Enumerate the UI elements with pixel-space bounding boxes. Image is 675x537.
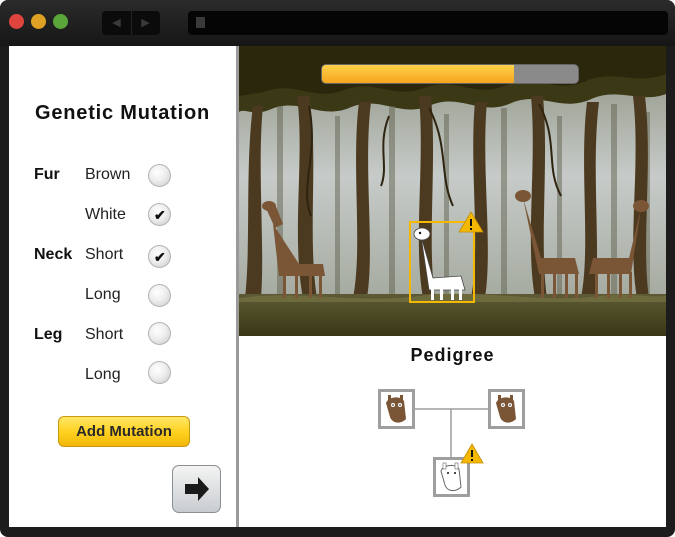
- title-bar: ◀ ▶: [0, 0, 675, 46]
- maximize-window-button[interactable]: [53, 14, 68, 29]
- pedigree-panel: Pedigree: [239, 336, 666, 527]
- checkmark-icon: ✔: [154, 249, 166, 265]
- page-icon: [196, 17, 205, 28]
- pedigree-parent-left[interactable]: [378, 389, 415, 429]
- radio-neck-long[interactable]: [148, 284, 171, 307]
- progress-bar: [321, 64, 579, 84]
- giraffe-head-icon: [381, 392, 412, 426]
- option-label-fur-white: White: [85, 206, 126, 223]
- history-nav: ◀ ▶: [102, 11, 160, 35]
- trait-label-neck: Neck: [34, 246, 73, 263]
- arrow-right-icon: [185, 477, 209, 501]
- radio-leg-short[interactable]: [148, 322, 171, 345]
- trait-label-leg: Leg: [34, 326, 63, 343]
- browser-window: ◀ ▶ Genetic Mutation Fur Brown White ✔ N…: [0, 0, 675, 537]
- warning-icon: [460, 443, 484, 464]
- close-window-button[interactable]: [9, 14, 24, 29]
- checkmark-icon: ✔: [154, 207, 166, 223]
- back-button[interactable]: ◀: [102, 11, 132, 35]
- option-label-neck-long: Long: [85, 286, 121, 303]
- option-label-neck-short: Short: [85, 246, 124, 263]
- mutation-panel: Genetic Mutation Fur Brown White ✔ Neck …: [9, 46, 236, 527]
- pedigree-lines: [415, 408, 488, 457]
- radio-neck-short[interactable]: ✔: [148, 245, 171, 268]
- forest-scene: [239, 46, 666, 336]
- progress-fill: [322, 65, 514, 83]
- option-label-fur-brown: Brown: [85, 166, 131, 183]
- radio-leg-long[interactable]: [148, 361, 171, 384]
- add-mutation-button[interactable]: Add Mutation: [58, 416, 190, 447]
- address-bar[interactable]: [188, 11, 668, 35]
- panel-title: Genetic Mutation: [34, 102, 211, 124]
- forest-illustration: [239, 46, 666, 336]
- minimize-window-button[interactable]: [31, 14, 46, 29]
- pedigree-parent-right[interactable]: [488, 389, 525, 429]
- next-button[interactable]: [172, 465, 221, 513]
- option-label-leg-short: Short: [85, 326, 124, 343]
- radio-fur-brown[interactable]: [148, 164, 171, 187]
- option-label-leg-long: Long: [85, 366, 121, 383]
- app-content: Genetic Mutation Fur Brown White ✔ Neck …: [9, 46, 666, 527]
- forward-button[interactable]: ▶: [131, 11, 160, 35]
- trait-label-fur: Fur: [34, 166, 60, 183]
- giraffe-head-icon: [491, 392, 522, 426]
- radio-fur-white[interactable]: ✔: [148, 203, 171, 226]
